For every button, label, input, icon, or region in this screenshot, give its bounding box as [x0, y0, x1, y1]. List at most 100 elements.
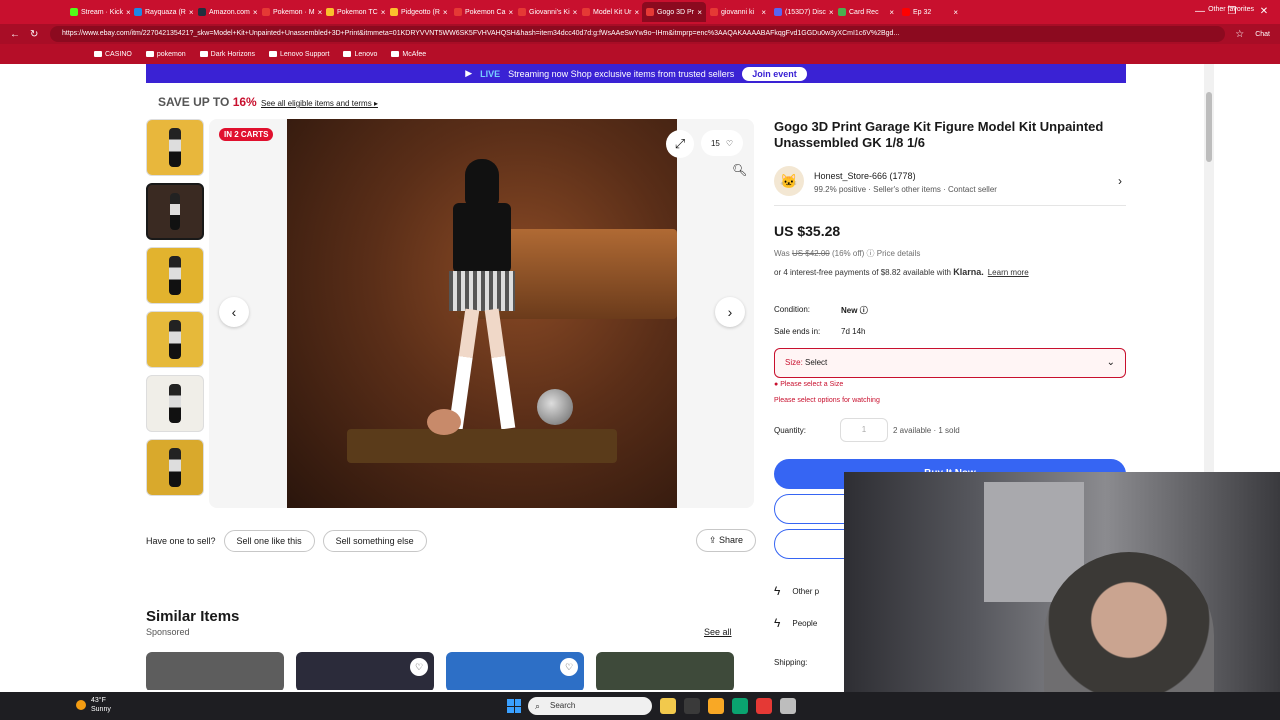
zoom-icon[interactable]: 🔍︎: [732, 163, 747, 177]
thumbnail[interactable]: [146, 311, 204, 368]
photo-spiked-ball: [537, 389, 573, 425]
sell-row: Have one to sell? Sell one like this Sel…: [146, 529, 756, 552]
seller-feedback[interactable]: 99.2% positive · Seller's other items · …: [814, 185, 997, 194]
close-tab-icon[interactable]: ×: [829, 8, 834, 17]
taskbar-search[interactable]: ⌕ Search: [528, 697, 652, 715]
browser-tab[interactable]: Pokemon · M ×: [258, 2, 322, 22]
bookmark-item[interactable]: Lenovo: [343, 51, 377, 58]
info-icon[interactable]: ⓘ: [867, 249, 877, 258]
browser-tab[interactable]: Pokemon TC ×: [322, 2, 386, 22]
taskbar-app-icon[interactable]: [780, 698, 796, 714]
sell-something-else-button[interactable]: Sell something else: [322, 529, 427, 552]
heart-icon[interactable]: ♡: [560, 658, 578, 676]
weather-widget[interactable]: 43°F Sunny: [76, 696, 111, 714]
taskbar-app-icon[interactable]: [684, 698, 700, 714]
browser-tab[interactable]: Amazon.com ×: [194, 2, 258, 22]
other-favorites[interactable]: Other favorites: [1208, 6, 1254, 13]
browser-tab[interactable]: Ep 32 ×: [898, 2, 962, 22]
thumbnail[interactable]: [146, 375, 204, 432]
chat-button[interactable]: Chat: [1255, 31, 1270, 38]
previous-image-button[interactable]: ‹: [219, 297, 249, 327]
favorite-star-icon[interactable]: ☆: [1235, 29, 1245, 40]
sell-one-like-this-button[interactable]: Sell one like this: [223, 529, 315, 552]
bookmark-item[interactable]: CASINO: [94, 51, 132, 58]
close-tab-icon[interactable]: ×: [697, 8, 702, 17]
tab-label: Giovanni's Ki: [529, 8, 570, 16]
thumbnail-figure: [169, 256, 181, 295]
refresh-icon[interactable]: ↻: [30, 29, 40, 40]
heart-icon[interactable]: ♡: [410, 658, 428, 676]
close-tab-icon[interactable]: ×: [253, 8, 258, 17]
tab-favicon-icon: [582, 8, 590, 16]
live-event-banner[interactable]: ▶ LIVE Streaming now Shop exclusive item…: [146, 64, 1126, 83]
browser-tab[interactable]: (153D7) Disc ×: [770, 2, 834, 22]
close-tab-icon[interactable]: ×: [573, 8, 578, 17]
browser-tab[interactable]: Pokemon Ca ×: [450, 2, 514, 22]
browser-tab[interactable]: Stream · Kick ×: [66, 2, 130, 22]
quantity-input[interactable]: 1: [840, 418, 888, 442]
bookmarks-bar: CASINO pokemon Dark Horizons Lenovo Support…: [0, 44, 1280, 64]
folder-icon: [269, 51, 277, 57]
browser-tab[interactable]: Rayquaza (R ×: [130, 2, 194, 22]
seller-name[interactable]: Honest_Store-666 (1778): [814, 171, 916, 181]
browser-tab[interactable]: Model Kit Ur ×: [578, 2, 642, 22]
bookmark-item[interactable]: Dark Horizons: [199, 51, 255, 58]
tab-label: Gogo 3D Pr: [657, 8, 694, 16]
signal-people: ϟ People: [774, 616, 817, 630]
seller-card[interactable]: 🐱 Honest_Store-666 (1778) 99.2% positive…: [774, 164, 1126, 206]
similar-item-card[interactable]: [596, 652, 734, 690]
size-error-text: Please select a Size: [780, 381, 844, 388]
browser-tab[interactable]: Gogo 3D Pr ×: [642, 2, 706, 22]
chevron-right-icon[interactable]: ›: [1118, 174, 1122, 188]
similar-item-card[interactable]: [146, 652, 284, 690]
close-tab-icon[interactable]: ×: [381, 8, 386, 17]
see-all-link[interactable]: See all: [704, 627, 732, 637]
browser-tab[interactable]: giovanni ki ×: [706, 2, 770, 22]
url-field[interactable]: https://www.ebay.com/itm/227042135421?_s…: [50, 26, 1226, 42]
similar-item-card[interactable]: ♡: [296, 652, 434, 690]
taskbar-app-icon[interactable]: [732, 698, 748, 714]
browser-tab[interactable]: Giovanni's Ki ×: [514, 2, 578, 22]
thumbnail[interactable]: [146, 247, 204, 304]
back-icon[interactable]: ←: [10, 29, 20, 40]
similar-items-row: ♡ ♡: [146, 652, 734, 690]
watch-button[interactable]: 15 ♡: [701, 130, 743, 156]
bookmark-item[interactable]: McAfee: [391, 51, 426, 58]
learn-more-link[interactable]: Learn more: [988, 268, 1029, 277]
expand-icon[interactable]: ⤢: [666, 130, 694, 158]
next-image-button[interactable]: ›: [715, 297, 745, 327]
join-event-button[interactable]: Join event: [742, 66, 807, 81]
taskbar-app-icon[interactable]: [660, 698, 676, 714]
tab-label: giovanni ki: [721, 8, 755, 16]
share-button[interactable]: ⇪ Share: [695, 529, 756, 552]
scrollbar-thumb[interactable]: [1206, 92, 1212, 162]
browser-tab[interactable]: Card Rec ×: [834, 2, 898, 22]
price-details-link[interactable]: Price details: [877, 249, 921, 258]
condition-info-icon[interactable]: ⓘ: [860, 306, 868, 315]
close-tab-icon[interactable]: ×: [635, 8, 640, 17]
close-tab-icon[interactable]: ×: [761, 8, 766, 17]
taskbar-app-icon[interactable]: [708, 698, 724, 714]
size-select[interactable]: Size: Select ⌄: [774, 348, 1126, 378]
tab-label: Rayquaza (R: [145, 8, 186, 16]
bookmark-item[interactable]: pokemon: [145, 51, 186, 58]
taskbar-app-icon[interactable]: [756, 698, 772, 714]
close-tab-icon[interactable]: ×: [508, 8, 513, 17]
close-tab-icon[interactable]: ×: [953, 8, 958, 17]
bookmark-item[interactable]: Lenovo Support: [269, 51, 329, 58]
thumbnail[interactable]: [146, 119, 204, 176]
close-tab-icon[interactable]: ×: [189, 8, 194, 17]
main-product-image[interactable]: IN 2 CARTS ⤢ 15 ♡ 🔍︎ ‹ ›: [209, 119, 754, 508]
tab-favicon-icon: [774, 8, 782, 16]
tab-label: Ep 32: [913, 8, 932, 16]
close-tab-icon[interactable]: ×: [889, 8, 894, 17]
thumbnail[interactable]: [146, 439, 204, 496]
windows-start-icon[interactable]: [507, 699, 521, 713]
eligible-items-link[interactable]: See all eligible items and terms ▸: [261, 99, 378, 108]
close-tab-icon[interactable]: ×: [443, 8, 448, 17]
browser-tab[interactable]: Pidgeotto (R ×: [386, 2, 450, 22]
similar-item-card[interactable]: ♡: [446, 652, 584, 690]
thumbnail[interactable]: [146, 183, 204, 240]
sale-ends-value: 7d 14h: [841, 327, 866, 336]
folder-icon: [391, 51, 400, 57]
